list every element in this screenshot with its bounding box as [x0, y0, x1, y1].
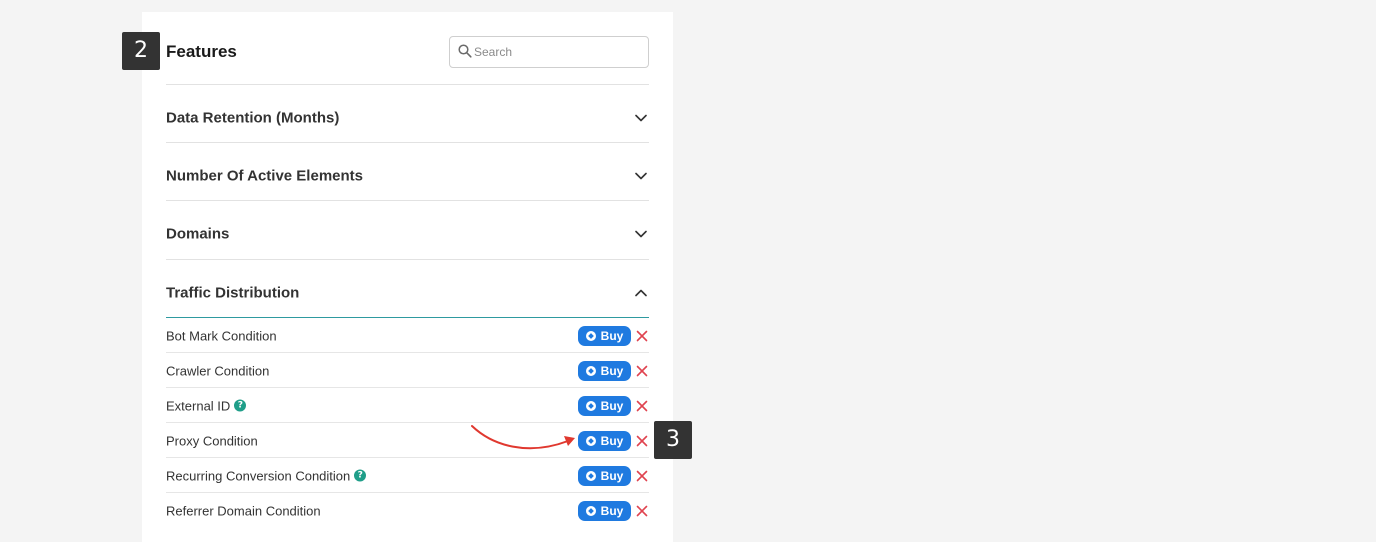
close-icon[interactable]	[636, 505, 648, 517]
section-traffic-distribution[interactable]: Traffic Distribution	[166, 264, 649, 321]
item-label: External ID	[166, 398, 231, 413]
step-badge-3: 3	[654, 421, 692, 459]
search-box[interactable]	[449, 36, 649, 68]
item-label-wrap: Referrer Domain Condition	[166, 503, 321, 518]
close-icon[interactable]	[636, 435, 648, 447]
search-input[interactable]	[474, 43, 639, 61]
buy-label: Buy	[600, 468, 624, 483]
buy-label: Buy	[600, 363, 624, 378]
buy-button[interactable]: Buy	[578, 325, 631, 346]
features-title: Features	[166, 42, 237, 61]
section-active-elements[interactable]: Number Of Active Elements	[166, 147, 649, 204]
buy-button[interactable]: Buy	[578, 360, 631, 381]
list-item: Crawler Condition Buy	[166, 353, 649, 388]
buy-label: Buy	[600, 433, 624, 448]
item-label: Referrer Domain Condition	[166, 503, 321, 518]
item-label-wrap: Bot Mark Condition	[166, 328, 277, 343]
buy-label: Buy	[600, 398, 624, 413]
coin-icon	[585, 470, 596, 481]
item-label: Crawler Condition	[166, 363, 270, 378]
buy-label: Buy	[600, 328, 624, 343]
item-label: Proxy Condition	[166, 433, 258, 448]
section-data-retention[interactable]: Data Retention (Months)	[166, 89, 649, 146]
section-divider	[166, 259, 649, 260]
section-label: Number Of Active Elements	[166, 167, 363, 184]
chevron-down-icon	[635, 114, 647, 121]
list-item: External ID? Buy	[166, 388, 649, 423]
section-divider	[166, 142, 649, 143]
header-divider	[166, 84, 649, 85]
search-icon	[458, 44, 472, 58]
close-icon[interactable]	[636, 470, 648, 482]
coin-icon	[585, 330, 596, 341]
coin-icon	[585, 400, 596, 411]
close-icon[interactable]	[636, 365, 648, 377]
section-divider	[166, 200, 649, 201]
help-icon[interactable]: ?	[234, 399, 247, 412]
annotation-arrow	[471, 425, 575, 450]
close-icon[interactable]	[636, 330, 648, 342]
section-domains[interactable]: Domains	[166, 205, 649, 262]
close-icon[interactable]	[636, 400, 648, 412]
section-label: Traffic Distribution	[166, 284, 300, 301]
item-label: Bot Mark Condition	[166, 328, 277, 343]
buy-label: Buy	[600, 503, 624, 518]
coin-icon	[585, 505, 596, 516]
item-label-wrap: Proxy Condition	[166, 433, 258, 448]
buy-button[interactable]: Buy	[578, 465, 631, 486]
buy-button[interactable]: Buy	[578, 500, 631, 521]
chevron-up-icon	[635, 289, 647, 296]
item-label-wrap: Crawler Condition	[166, 363, 269, 378]
section-label: Data Retention (Months)	[166, 109, 340, 126]
list-item: Bot Mark Condition Buy	[166, 318, 649, 353]
chevron-down-icon	[635, 172, 647, 179]
buy-button[interactable]: Buy	[578, 395, 631, 416]
help-icon[interactable]: ?	[354, 469, 367, 482]
item-label-wrap: Recurring Conversion Condition?	[166, 468, 367, 483]
list-item: Referrer Domain Condition Buy	[166, 493, 649, 528]
item-label-wrap: External ID?	[166, 398, 247, 413]
item-label: Recurring Conversion Condition	[166, 468, 351, 483]
chevron-down-icon	[635, 230, 647, 237]
list-item: Recurring Conversion Condition? Buy	[166, 458, 649, 493]
step-badge-2: 2	[122, 32, 160, 70]
section-label: Domains	[166, 225, 230, 242]
coin-icon	[585, 365, 596, 376]
